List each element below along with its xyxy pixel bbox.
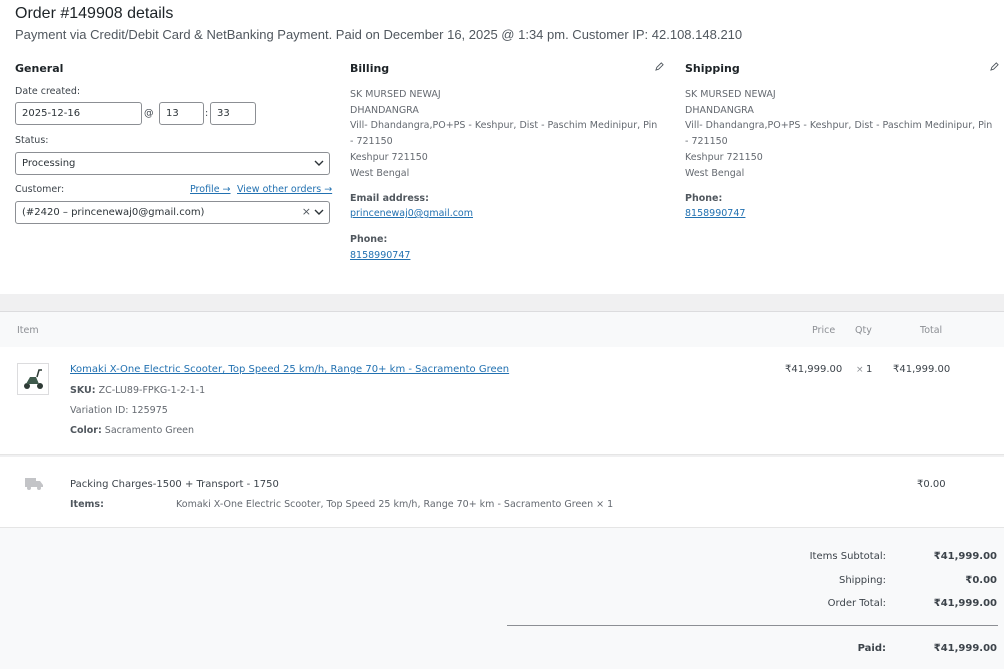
billing-phone-link[interactable]: 8158990747 bbox=[350, 250, 410, 261]
time-colon: : bbox=[205, 108, 209, 119]
order-total-label: Order Total: bbox=[827, 598, 886, 609]
shipping-address: SK MURSED NEWAJ DHANDANGRA Vill- Dhandan… bbox=[685, 87, 992, 181]
customer-value: (#2420 – princenewaj0@gmail.com) bbox=[22, 207, 205, 218]
customer-profile-link[interactable]: Profile → bbox=[190, 184, 231, 195]
product-name-link[interactable]: Komaki X-One Electric Scooter, Top Speed… bbox=[70, 364, 509, 375]
chevron-down-icon bbox=[314, 160, 324, 166]
status-select[interactable]: Processing bbox=[15, 152, 330, 175]
qty-multiplier: × bbox=[856, 365, 864, 375]
col-total: Total bbox=[920, 325, 943, 336]
billing-address: SK MURSED NEWAJ DHANDANGRA Vill- Dhandan… bbox=[350, 87, 657, 181]
billing-heading: Billing bbox=[350, 62, 390, 75]
at-separator: @ bbox=[144, 108, 154, 119]
shipping-items-label: Items: bbox=[70, 499, 104, 510]
shipping-phone-label: Phone: bbox=[685, 193, 723, 204]
shipping-item-row: Packing Charges-1500 + Transport - 1750 … bbox=[0, 457, 1004, 528]
shipping-line: West Bengal bbox=[685, 167, 745, 179]
shipping-line: DHANDANGRA bbox=[685, 104, 754, 116]
billing-line: West Bengal bbox=[350, 167, 410, 179]
billing-line: DHANDANGRA bbox=[350, 104, 419, 116]
edit-billing-pencil-icon[interactable] bbox=[655, 62, 664, 71]
order-header-panel: Order #149908 details Payment via Credit… bbox=[0, 0, 1004, 294]
color-value: Sacramento Green bbox=[104, 425, 195, 436]
status-label: Status: bbox=[15, 135, 49, 146]
shipping-line: Keshpur 721150 bbox=[685, 151, 763, 163]
shipping-line: Vill- Dhandangra,PO+PS - Keshpur, Dist -… bbox=[685, 120, 993, 132]
product-thumbnail bbox=[17, 363, 49, 395]
col-price: Price bbox=[812, 325, 836, 336]
payment-meta: Payment via Credit/Debit Card & NetBanki… bbox=[15, 27, 743, 42]
item-price: ₹41,999.00 bbox=[785, 364, 843, 375]
product-sku: SKU: ZC-LU89-FPKG-1-2-1-1 bbox=[70, 385, 205, 396]
shipping-item-total: ₹0.00 bbox=[917, 479, 946, 490]
billing-email-label: Email address: bbox=[350, 193, 429, 204]
line-item-row: Komaki X-One Electric Scooter, Top Speed… bbox=[0, 347, 1004, 455]
order-total-value: ₹41,999.00 bbox=[933, 598, 997, 609]
billing-line: Vill- Dhandangra,PO+PS - Keshpur, Dist -… bbox=[350, 120, 658, 132]
page-title: Order #149908 details bbox=[15, 5, 174, 22]
sku-label: SKU: bbox=[70, 385, 96, 396]
billing-line: Keshpur 721150 bbox=[350, 151, 428, 163]
totals-divider bbox=[507, 625, 998, 626]
product-color: Color: Sacramento Green bbox=[70, 425, 194, 436]
hour-input[interactable]: 13 bbox=[159, 102, 204, 125]
paid-label: Paid: bbox=[857, 643, 886, 654]
shipping-line: - 721150 bbox=[685, 136, 728, 148]
view-other-orders-link[interactable]: View other orders → bbox=[237, 184, 332, 195]
customer-label: Customer: bbox=[15, 184, 65, 195]
status-value: Processing bbox=[22, 158, 76, 169]
shipping-total-label: Shipping: bbox=[839, 575, 886, 586]
shipping-heading: Shipping bbox=[685, 62, 740, 75]
customer-select[interactable]: (#2420 – princenewaj0@gmail.com) × bbox=[15, 201, 330, 224]
shipping-items-value: Komaki X-One Electric Scooter, Top Speed… bbox=[176, 499, 614, 510]
shipping-method-name: Packing Charges-1500 + Transport - 1750 bbox=[70, 479, 279, 490]
scooter-icon bbox=[24, 369, 43, 389]
billing-line: SK MURSED NEWAJ bbox=[350, 89, 441, 100]
paid-value: ₹41,999.00 bbox=[933, 643, 997, 654]
billing-line: - 721150 bbox=[350, 136, 393, 148]
billing-email-link[interactable]: princenewaj0@gmail.com bbox=[350, 208, 473, 219]
billing-phone-label: Phone: bbox=[350, 234, 388, 245]
general-heading: General bbox=[15, 62, 64, 75]
truck-icon bbox=[25, 478, 43, 490]
minute-input[interactable]: 33 bbox=[210, 102, 256, 125]
variation-label: Variation ID: bbox=[70, 405, 129, 416]
clear-customer-icon[interactable]: × bbox=[302, 205, 311, 218]
col-item: Item bbox=[17, 325, 39, 336]
item-total: ₹41,999.00 bbox=[893, 364, 951, 375]
product-variation: Variation ID: 125975 bbox=[70, 405, 168, 416]
edit-shipping-pencil-icon[interactable] bbox=[990, 62, 999, 71]
shipping-phone-link[interactable]: 8158990747 bbox=[685, 208, 745, 219]
variation-value: 125975 bbox=[131, 405, 168, 416]
chevron-down-icon bbox=[314, 209, 324, 215]
date-created-label: Date created: bbox=[15, 86, 81, 97]
items-subtotal-label: Items Subtotal: bbox=[809, 551, 886, 562]
date-created-input[interactable]: 2025-12-16 bbox=[15, 102, 142, 125]
col-qty: Qty bbox=[855, 325, 872, 336]
color-label: Color: bbox=[70, 425, 102, 436]
shipping-line: SK MURSED NEWAJ bbox=[685, 89, 776, 100]
item-qty: 1 bbox=[866, 364, 873, 375]
shipping-total-value: ₹0.00 bbox=[965, 575, 997, 586]
sku-value: ZC-LU89-FPKG-1-2-1-1 bbox=[98, 385, 206, 396]
items-table-header: Item Price Qty Total bbox=[0, 311, 1004, 347]
items-subtotal-value: ₹41,999.00 bbox=[933, 551, 997, 562]
